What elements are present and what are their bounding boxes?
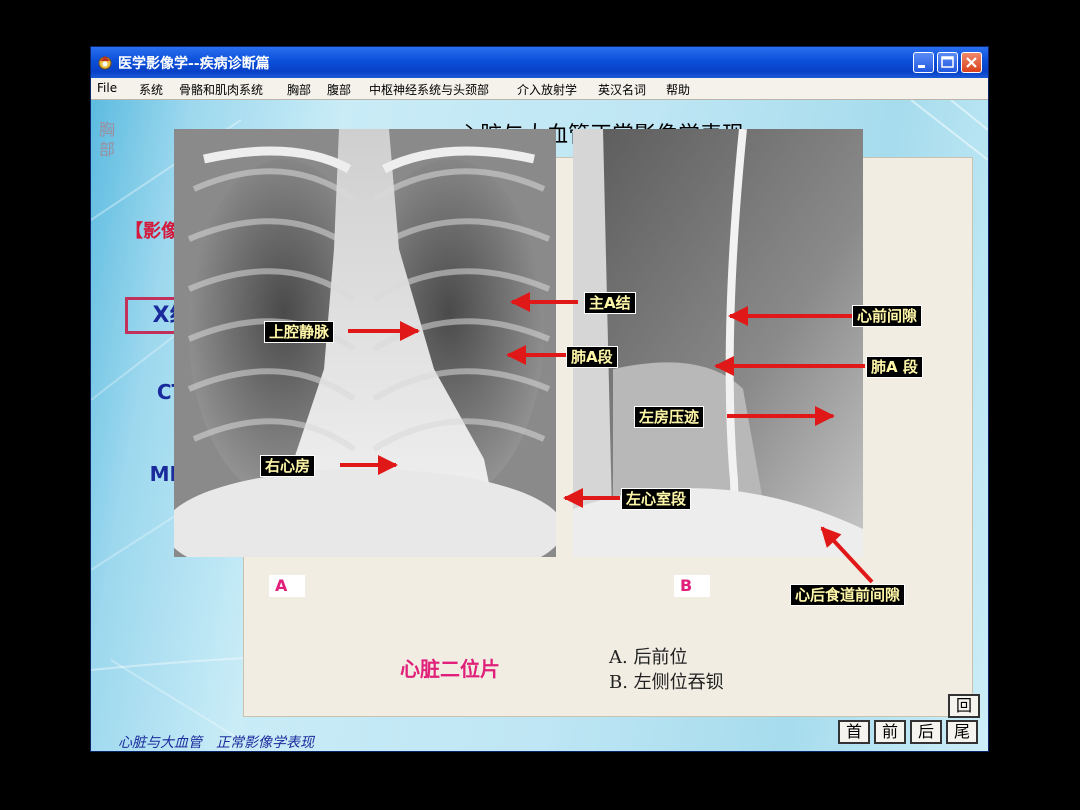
menu-file[interactable]: File <box>97 81 117 95</box>
prev-page-button[interactable]: 前 <box>874 720 906 744</box>
section-label: 胸部 <box>99 120 116 159</box>
footer-text: 心脏与大血管 正常影像学表现 <box>118 735 314 751</box>
back-button[interactable]: 回 <box>948 694 980 718</box>
next-page-button[interactable]: 后 <box>910 720 942 744</box>
menu-glossary[interactable]: 英汉名词 <box>598 81 646 98</box>
label-svc: 上腔静脉 <box>264 321 335 343</box>
image-b-corner-label: B <box>674 575 710 597</box>
close-icon <box>966 57 977 68</box>
menu-cns[interactable]: 中枢神经系统与头颈部 <box>369 81 489 98</box>
label-pulm-a-lateral: 肺A 段 <box>866 356 923 378</box>
chest-xray-pa-image <box>174 129 556 557</box>
first-page-button[interactable]: 首 <box>838 720 870 744</box>
window-title: 医学影像学--疾病诊断篇 <box>118 56 270 72</box>
menu-system[interactable]: 系统 <box>139 81 163 98</box>
xray-image-pa <box>174 129 556 557</box>
label-la-impression: 左房压迹 <box>634 406 705 428</box>
label-left-ventricle: 左心室段 <box>621 488 692 510</box>
label-retrosternal: 心前间隙 <box>852 305 923 327</box>
maximize-icon <box>941 56 954 68</box>
label-retrocardiac: 心后食道前间隙 <box>790 584 906 606</box>
menu-bar: File 系统 骨骼和肌肉系统 胸部 腹部 中枢神经系统与头颈部 介入放射学 英… <box>91 78 988 100</box>
caption-line-a: A. 后前位 <box>609 647 688 668</box>
last-page-button[interactable]: 尾 <box>946 720 978 744</box>
close-button[interactable] <box>961 52 982 73</box>
label-pulm-a: 肺A段 <box>566 346 618 368</box>
caption-main: 心脏二位片 <box>400 657 500 681</box>
label-aortic-knob: 主A结 <box>584 292 636 314</box>
caption-line-b: B. 左侧位吞钡 <box>609 672 724 693</box>
app-icon <box>98 56 112 70</box>
title-bar[interactable]: 医学影像学--疾病诊断篇 <box>91 47 988 78</box>
label-right-atrium: 右心房 <box>260 455 316 477</box>
menu-abdomen[interactable]: 腹部 <box>327 81 351 98</box>
minimize-button[interactable] <box>913 52 934 73</box>
maximize-button[interactable] <box>937 52 958 73</box>
menu-skeletal[interactable]: 骨骼和肌肉系统 <box>179 81 263 98</box>
xray-image-lateral <box>573 129 863 557</box>
image-a-corner-label: A <box>269 575 305 597</box>
menu-interventional[interactable]: 介入放射学 <box>517 81 577 98</box>
chest-xray-lateral-image <box>573 129 863 557</box>
menu-chest[interactable]: 胸部 <box>287 81 311 98</box>
minimize-icon <box>918 65 925 68</box>
menu-help[interactable]: 帮助 <box>666 81 690 98</box>
